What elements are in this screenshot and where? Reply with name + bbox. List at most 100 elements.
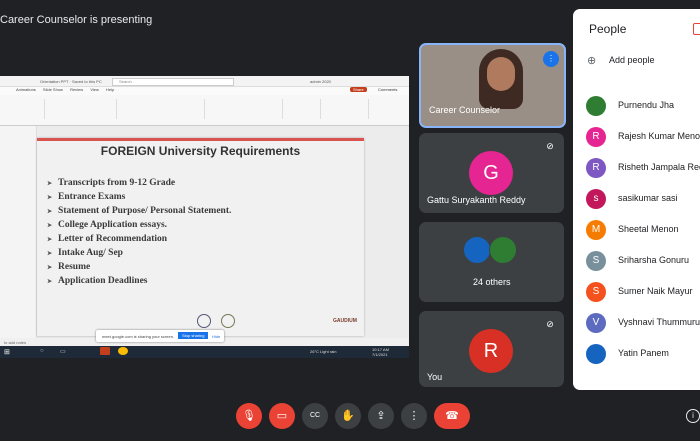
others-tile[interactable]: 24 others [419,222,564,302]
avatar: G [469,151,513,195]
weather-text: 26°C Light rain [310,349,337,354]
present-button[interactable]: ⇪ [368,403,394,429]
more-options-button[interactable]: ⋮ [401,403,427,429]
bullet-item: College Application essays. [47,218,231,232]
add-people-button[interactable]: ⊕ Add people [587,54,697,68]
avatar [586,96,606,116]
designer-group[interactable] [322,99,369,119]
participant-row[interactable]: V Vyshnavi Thummuru [586,313,700,333]
tab-slide-show[interactable]: Slide Show [43,87,63,92]
avatar: M [586,220,606,240]
bullet-item: Application Deadlines [47,274,231,288]
participant-name: Gattu Suryakanth Reddy [427,195,526,205]
bullet-item: Intake Aug/ Sep [47,246,231,260]
participant-tile-gattu[interactable]: ⊘ G Gattu Suryakanth Reddy [419,133,564,213]
participant-name: Vyshnavi Thummuru [618,317,700,327]
account-name: admin 2020 [310,79,331,84]
tab-view[interactable]: View [90,87,99,92]
windows-start-icon[interactable]: ⊞ [4,348,10,356]
hang-up-button[interactable]: ☎ [434,403,470,429]
participant-name: Sriharsha Gonuru [618,255,690,265]
avatar [586,344,606,364]
bullet-item: Entrance Exams [47,190,231,204]
present-icon: ⇪ [376,410,386,422]
avatar: S [586,251,606,271]
others-count: 24 others [473,277,511,287]
paragraph-group[interactable] [118,99,205,119]
drawing-group[interactable] [206,99,283,119]
file-name: Orientation PPT · Saved to this PC [40,79,102,84]
avatar: R [586,158,606,178]
hide-button[interactable]: Hide [212,334,220,339]
panel-title: People [589,22,627,36]
powerpoint-icon[interactable] [100,347,110,355]
participant-row[interactable]: s sasikumar sasi [586,189,700,209]
participant-row[interactable]: S Sriharsha Gonuru [586,251,700,271]
bullet-list: Transcripts from 9-12 Grade Entrance Exa… [47,176,231,288]
self-tile[interactable]: ⊘ R You [419,311,564,387]
font-group[interactable] [46,99,117,119]
shared-screen: Orientation PPT · Saved to this PC Searc… [0,76,409,346]
avatar: S [586,282,606,302]
participant-name: Risheth Jampala Reddy [618,162,700,172]
slide-title: FOREIGN University Requirements [100,144,301,158]
close-icon[interactable] [693,23,700,35]
captions-icon: CC [309,412,321,419]
more-vert-icon: ⋮ [408,410,420,422]
emblem-logo-icon [221,314,235,328]
participant-name: Yatin Panem [618,348,669,358]
participant-row[interactable]: Purnendu Jha [586,96,700,116]
presenter-face [487,57,515,91]
participant-row[interactable]: R Rajesh Kumar Menon [586,127,700,147]
bullet-item: Letter of Recommendation [47,232,231,246]
windows-taskbar: ⊞ ○ ▭ 26°C Light rain 10:17 AM 7/1/2021 [0,346,409,358]
tab-animations[interactable]: Animations [16,87,36,92]
avatar: R [469,329,513,373]
participant-row[interactable]: Yatin Panem [586,344,700,364]
hand-icon: ✋ [341,410,355,422]
share-notice-text: meet.google.com is sharing your screen. [102,334,175,339]
stop-sharing-button[interactable]: Stop sharing [178,332,209,339]
participant-name: Purnendu Jha [618,100,675,110]
participant-row[interactable]: R Risheth Jampala Reddy [586,158,700,178]
camera-off-button[interactable]: ▭ [269,403,295,429]
presenter-tile[interactable]: Career Counselor ⋮ [419,43,566,128]
ribbon-toolbar [0,95,409,126]
presenting-banner: Career Counselor is presenting [0,14,153,26]
comments-button[interactable]: Comments [378,87,397,92]
add-person-icon: ⊕ [587,55,597,67]
presenter-name: Career Counselor [429,105,501,115]
share-button[interactable]: Share [350,87,367,92]
hangup-icon: ☎ [445,410,459,422]
add-people-label: Add people [609,55,655,65]
title-bar: Orientation PPT · Saved to this PC Searc… [0,76,409,87]
participant-name: sasikumar sasi [618,193,678,203]
tab-review[interactable]: Review [70,87,83,92]
ribbon-tabs: Animations Slide Show Review View Help S… [0,87,409,95]
chrome-icon[interactable] [118,347,128,355]
captions-button[interactable]: CC [302,403,328,429]
self-name: You [427,372,443,382]
slide-thumbnails[interactable] [0,126,37,338]
participant-name: Sheetal Menon [618,224,679,234]
search-box[interactable]: Search [112,78,234,86]
task-view-icon[interactable]: ▭ [60,348,66,355]
notes-placeholder: to add notes [4,340,27,345]
clipboard-group[interactable] [4,99,45,119]
people-panel: People ⊕ Add people Purnendu Jha R Rajesh … [573,9,700,390]
raise-hand-button[interactable]: ✋ [335,403,361,429]
speaking-indicator-icon: ⋮ [543,51,559,67]
participant-row[interactable]: S Sumer Naik Mayur [586,282,700,302]
gaudium-logo: GAUDIUM [333,318,357,324]
bullet-item: Resume [47,260,231,274]
editing-group[interactable] [284,99,321,119]
mic-off-button[interactable]: 🎙 [236,403,262,429]
bullet-item: Transcripts from 9-12 Grade [47,176,231,190]
participant-name: Rajesh Kumar Menon [618,131,700,141]
meeting-info-icon[interactable]: i [686,409,700,423]
tab-help[interactable]: Help [106,87,114,92]
search-icon[interactable]: ○ [40,348,44,354]
mic-off-icon: 🎙 [242,410,256,422]
avatar: s [586,189,606,209]
participant-row[interactable]: M Sheetal Menon [586,220,700,240]
